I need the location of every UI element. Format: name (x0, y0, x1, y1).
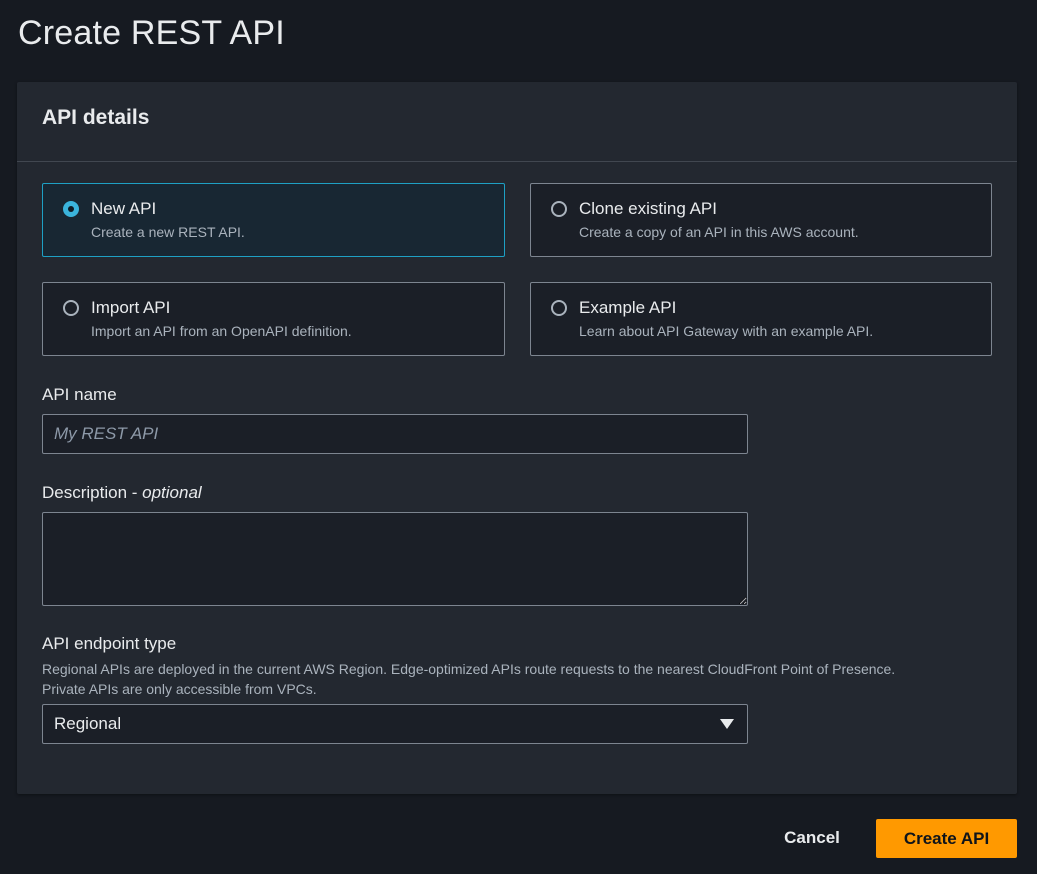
option-description: Create a new REST API. (91, 224, 245, 240)
option-label: Import API (91, 298, 171, 317)
panel-header: API details (17, 82, 1017, 162)
option-label: Clone existing API (579, 199, 717, 218)
option-description: Learn about API Gateway with an example … (579, 323, 874, 339)
cancel-button[interactable]: Cancel (770, 819, 854, 857)
create-api-button[interactable]: Create API (876, 819, 1017, 858)
endpoint-help-line: Regional APIs are deployed in the curren… (42, 661, 896, 677)
page-title: Create REST API (18, 14, 285, 52)
radio-icon[interactable] (551, 201, 567, 217)
option-description: Create a copy of an API in this AWS acco… (579, 224, 859, 240)
option-label: New API (91, 199, 157, 218)
option-clone-existing-api[interactable]: Clone existing API Create a copy of an A… (530, 183, 992, 257)
panel-title: API details (42, 106, 150, 129)
endpoint-type-help: Regional APIs are deployed in the curren… (42, 659, 982, 699)
caret-down-icon (720, 719, 734, 729)
radio-icon[interactable] (551, 300, 567, 316)
option-example-api[interactable]: Example API Learn about API Gateway with… (530, 282, 992, 356)
endpoint-type-value: Regional (54, 714, 122, 733)
endpoint-type-select[interactable]: Regional (42, 704, 748, 744)
description-label-text: Description - (42, 483, 143, 502)
endpoint-help-line: Private APIs are only accessible from VP… (42, 681, 317, 697)
optional-text: optional (142, 483, 202, 502)
api-name-input[interactable] (42, 414, 748, 454)
option-new-api[interactable]: New API Create a new REST API. (42, 183, 505, 257)
radio-selected-icon[interactable] (63, 201, 79, 217)
radio-icon[interactable] (63, 300, 79, 316)
option-import-api[interactable]: Import API Import an API from an OpenAPI… (42, 282, 505, 356)
api-name-label: API name (42, 385, 117, 404)
endpoint-type-label: API endpoint type (42, 634, 177, 653)
description-label: Description - optional (42, 483, 202, 503)
option-label: Example API (579, 298, 677, 317)
api-details-panel: API details New API Create a new REST AP… (17, 82, 1017, 794)
option-description: Import an API from an OpenAPI definition… (91, 323, 352, 339)
api-type-options: New API Create a new REST API. Clone exi… (42, 183, 992, 356)
description-textarea[interactable] (42, 512, 748, 606)
